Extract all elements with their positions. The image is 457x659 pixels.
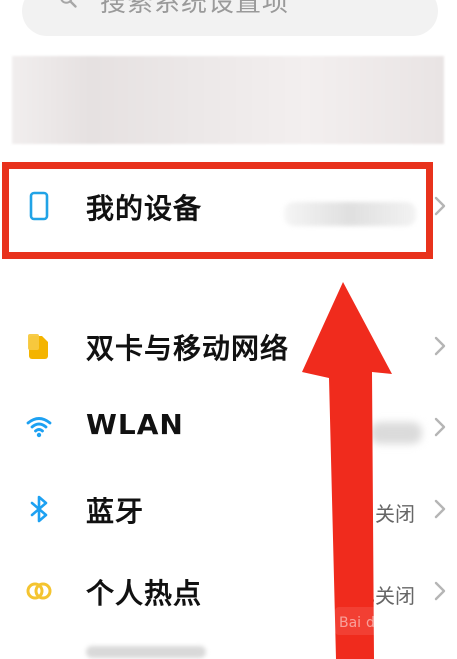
bluetooth-icon [30, 495, 48, 523]
wifi-icon [26, 417, 52, 438]
settings-item-wlan[interactable]: WLAN [0, 392, 457, 462]
highlight-box [2, 162, 433, 259]
search-bar[interactable]: 搜索系统设置项 [22, 0, 438, 36]
settings-item-sim[interactable]: 双卡与移动网络 [0, 311, 457, 381]
settings-item-bluetooth[interactable]: 蓝牙 关闭 [0, 474, 457, 544]
partial-next-row [86, 646, 206, 658]
chevron-right-icon [434, 336, 446, 356]
settings-item-value: 关闭 [375, 502, 415, 526]
svg-text:经验: 经验 [390, 616, 412, 630]
blurred-wlan-value [370, 422, 422, 444]
search-icon [60, 0, 77, 8]
settings-item-value: 已关闭 [355, 584, 415, 608]
svg-text:Bai: Bai [339, 615, 361, 631]
chevron-right-icon [434, 499, 446, 519]
settings-item-label: 个人热点 [86, 577, 203, 610]
search-placeholder: 搜索系统设置项 [100, 0, 290, 18]
chevron-right-icon [434, 581, 446, 601]
sim-card-icon [28, 334, 48, 359]
settings-item-label: 双卡与移动网络 [86, 332, 290, 365]
svg-text:du: du [366, 615, 384, 631]
settings-item-label: 蓝牙 [86, 495, 145, 528]
watermark-logo: Bai du 经验 [335, 607, 431, 635]
settings-item-label: WLAN [86, 408, 184, 441]
chevron-right-icon [434, 417, 446, 437]
hotspot-icon [26, 582, 52, 600]
chevron-right-icon [434, 196, 446, 216]
account-banner[interactable] [12, 56, 444, 144]
